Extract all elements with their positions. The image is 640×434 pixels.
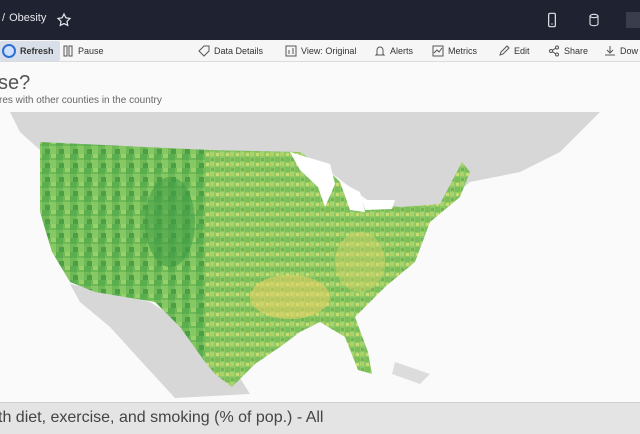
metrics-icon <box>432 45 444 57</box>
data-details-label: Data Details <box>214 46 264 56</box>
east-high-area <box>335 232 385 292</box>
toolbar: Refresh Pause Data Details View: Origina… <box>0 40 640 62</box>
metrics-label: Metrics <box>448 46 477 56</box>
choropleth-map[interactable] <box>0 112 640 398</box>
viz-title: se? <box>0 72 31 94</box>
data-details-button[interactable]: Data Details <box>198 43 263 59</box>
refresh-label: Refresh <box>20 46 54 56</box>
metrics-button[interactable]: Metrics <box>432 43 477 59</box>
share-button[interactable]: Share <box>548 43 588 59</box>
bar-chart-icon <box>285 45 297 57</box>
star-icon[interactable] <box>56 12 72 28</box>
view-original-button[interactable]: View: Original <box>285 43 356 59</box>
account-icon[interactable] <box>626 12 640 28</box>
download-button[interactable]: Dow <box>604 43 638 59</box>
pause-button[interactable]: Pause <box>62 43 104 59</box>
pause-label: Pause <box>78 46 104 56</box>
phone-icon[interactable] <box>544 12 560 28</box>
title-bar: / Obesity <box>0 0 640 40</box>
refresh-icon <box>2 44 16 58</box>
viz-subtitle: res with other counties in the country <box>0 95 162 106</box>
filter-footer: th diet, exercise, and smoking (% of pop… <box>0 402 640 434</box>
breadcrumb-separator: / <box>2 12 6 24</box>
mountain-dark-area <box>145 177 195 267</box>
share-label: Share <box>564 46 589 56</box>
database-icon[interactable] <box>586 12 602 28</box>
edit-label: Edit <box>514 46 530 56</box>
pause-icon <box>63 45 73 57</box>
bahamas-land <box>392 362 430 384</box>
map-svg[interactable] <box>0 112 640 398</box>
bell-icon <box>374 46 386 56</box>
footer-caption: th diet, exercise, and smoking (% of pop… <box>0 409 324 426</box>
refresh-button[interactable]: Refresh <box>0 41 60 61</box>
alerts-label: Alerts <box>390 46 414 56</box>
pencil-icon <box>499 45 510 56</box>
download-label: Dow <box>620 46 639 56</box>
south-high-area <box>250 275 330 319</box>
breadcrumb: / Obesity <box>2 12 46 24</box>
edit-button[interactable]: Edit <box>498 43 530 59</box>
view-label: View: Original <box>301 46 357 56</box>
workbook-title[interactable]: Obesity <box>9 12 46 24</box>
alerts-button[interactable]: Alerts <box>374 43 413 59</box>
tag-icon <box>198 45 210 57</box>
download-icon <box>605 46 615 56</box>
share-icon <box>549 45 559 57</box>
